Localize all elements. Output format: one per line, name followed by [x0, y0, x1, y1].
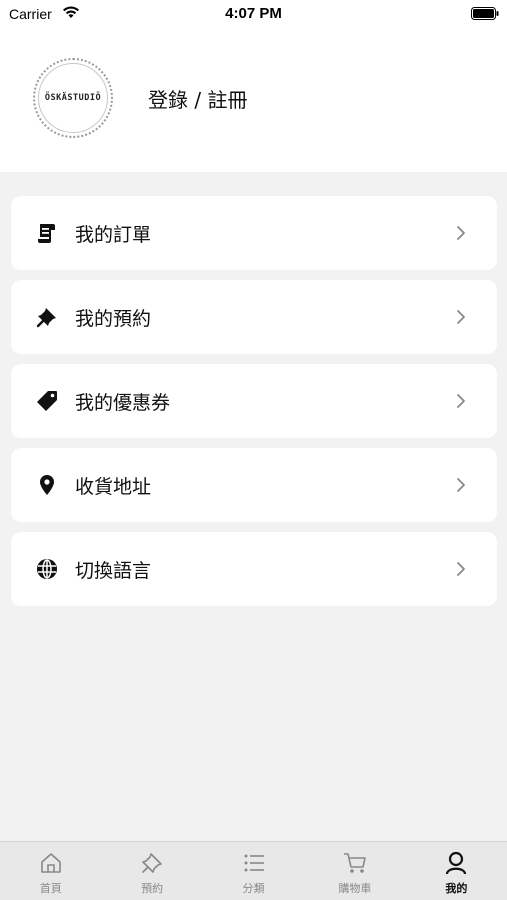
menu-item-label: 我的預約 [75, 308, 152, 330]
logo-text: ÖSKÄSTUDIÖ [44, 93, 102, 103]
chevron-right-icon [457, 394, 465, 408]
battery-icon [471, 7, 499, 20]
person-icon [446, 851, 467, 875]
tab-label: 預約 [141, 882, 164, 895]
tab-label: 購物車 [338, 882, 372, 895]
list-icon [244, 854, 264, 872]
tab-label: 首頁 [39, 882, 62, 895]
receipt-icon [36, 222, 58, 244]
menu-item-label: 我的訂單 [75, 224, 152, 246]
chevron-right-icon [457, 478, 465, 492]
studio-logo: ÖSKÄSTUDIÖ [33, 58, 113, 138]
profile-header: ÖSKÄSTUDIÖ 登錄 / 註冊 [0, 28, 507, 172]
login-register-link[interactable]: 登錄 / 註冊 [148, 84, 247, 113]
menu-item-orders[interactable]: 我的訂單 [11, 196, 497, 270]
home-icon [40, 853, 61, 873]
menu-list: 我的訂單 我的預約 我的優惠券 收貨地址 切換語言 [11, 196, 497, 616]
menu-item-label: 收貨地址 [75, 476, 152, 498]
pushpin-icon [142, 853, 162, 873]
menu-item-coupons[interactable]: 我的優惠券 [11, 364, 497, 438]
cart-icon [343, 853, 366, 873]
tab-reservations[interactable]: 預約 [101, 842, 202, 900]
menu-item-reservations[interactable]: 我的預約 [11, 280, 497, 354]
pushpin-icon [36, 306, 58, 328]
status-bar: Carrier 4:07 PM [0, 0, 507, 28]
menu-item-label: 我的優惠券 [75, 392, 171, 414]
clock: 4:07 PM [225, 5, 282, 22]
chevron-right-icon [457, 562, 465, 576]
bottom-tab-bar: 首頁 預約 分類 購物車 我的 [0, 841, 507, 900]
chevron-right-icon [457, 310, 465, 324]
location-pin-icon [36, 474, 58, 496]
tag-icon [36, 390, 58, 412]
globe-icon [36, 558, 58, 580]
chevron-right-icon [457, 226, 465, 240]
menu-item-address[interactable]: 收貨地址 [11, 448, 497, 522]
tab-home[interactable]: 首頁 [0, 842, 101, 900]
menu-item-label: 切換語言 [75, 560, 152, 582]
tab-cart[interactable]: 購物車 [304, 842, 405, 900]
tab-label: 分類 [242, 882, 265, 895]
tab-categories[interactable]: 分類 [203, 842, 304, 900]
tab-profile[interactable]: 我的 [406, 842, 507, 900]
tab-label: 我的 [445, 882, 468, 895]
menu-item-language[interactable]: 切換語言 [11, 532, 497, 606]
